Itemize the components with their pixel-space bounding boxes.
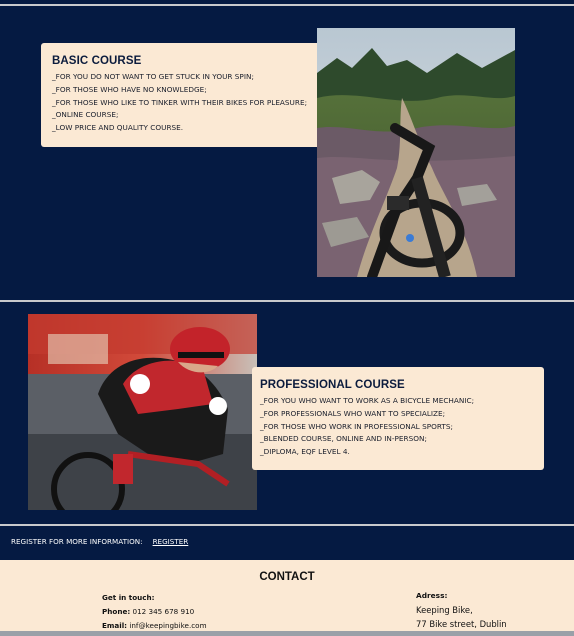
page: BASIC COURSE _FOR YOU DO NOT WANT TO GET… xyxy=(0,0,574,636)
professional-course-list: _FOR YOU WHO WANT TO WORK AS A BICYCLE M… xyxy=(260,395,536,459)
road-cyclist-photo xyxy=(28,314,257,510)
list-item: _FOR YOU WHO WANT TO WORK AS A BICYCLE M… xyxy=(260,396,475,405)
register-label: REGISTER FOR MORE INFORMATION: xyxy=(11,537,143,546)
contact-section: CONTACT Get in touch: Phone: 012 345 678… xyxy=(0,560,574,636)
list-item: _BLENDED COURSE, ONLINE AND IN-PERSON; xyxy=(260,434,427,444)
list-item: _ONLINE COURSE; xyxy=(52,110,119,120)
email-label: Email: xyxy=(102,621,128,630)
basic-course-list: _FOR YOU DO NOT WANT TO GET STUCK IN YOU… xyxy=(52,71,326,135)
list-item: _LOW PRICE AND QUALITY COURSE. xyxy=(52,123,184,133)
get-in-touch-block: Get in touch: Phone: 012 345 678 910 Ema… xyxy=(102,591,207,633)
basic-course-title: BASIC COURSE xyxy=(52,55,142,67)
list-item: _FOR YOU DO NOT WANT TO GET STUCK IN YOU… xyxy=(52,72,254,81)
phone-line: Phone: 012 345 678 910 xyxy=(102,605,207,619)
list-item: _FOR THOSE WHO LIKE TO TINKER WITH THEIR… xyxy=(52,97,308,107)
middle-divider xyxy=(0,300,574,302)
basic-course-card: BASIC COURSE _FOR YOU DO NOT WANT TO GET… xyxy=(41,43,337,147)
register-link[interactable]: REGISTER xyxy=(153,537,189,546)
address-block: Adress: Keeping Bike, 77 Bike street, Du… xyxy=(416,589,507,631)
mountain-bike-photo xyxy=(317,28,515,277)
phone-value[interactable]: 012 345 678 910 xyxy=(133,607,195,616)
address-line2: 77 Bike street, Dublin xyxy=(416,619,507,629)
professional-course-title: PROFESSIONAL COURSE xyxy=(260,379,405,391)
address-heading: Adress: xyxy=(416,591,448,600)
list-item: _FOR PROFESSIONALS WHO WANT TO SPECIALIZ… xyxy=(260,408,446,418)
list-item: _DIPLOMA, EQF LEVEL 4. xyxy=(260,447,350,457)
register-bar: REGISTER FOR MORE INFORMATION: REGISTER xyxy=(11,537,188,546)
address-line1: Keeping Bike, xyxy=(416,605,473,615)
get-in-touch-heading: Get in touch: xyxy=(102,593,155,602)
list-item: _FOR THOSE WHO HAVE NO KNOWLEDGE; xyxy=(52,84,207,94)
top-divider xyxy=(0,4,574,6)
lower-divider xyxy=(0,524,574,526)
email-value[interactable]: inf@keepingbike.com xyxy=(129,621,206,630)
bottom-bar xyxy=(0,631,574,636)
professional-course-card: PROFESSIONAL COURSE _FOR YOU WHO WANT TO… xyxy=(252,367,544,470)
list-item: _FOR THOSE WHO WORK IN PROFESSIONAL SPOR… xyxy=(260,421,453,431)
contact-title: CONTACT xyxy=(259,571,315,583)
phone-label: Phone: xyxy=(102,607,131,616)
